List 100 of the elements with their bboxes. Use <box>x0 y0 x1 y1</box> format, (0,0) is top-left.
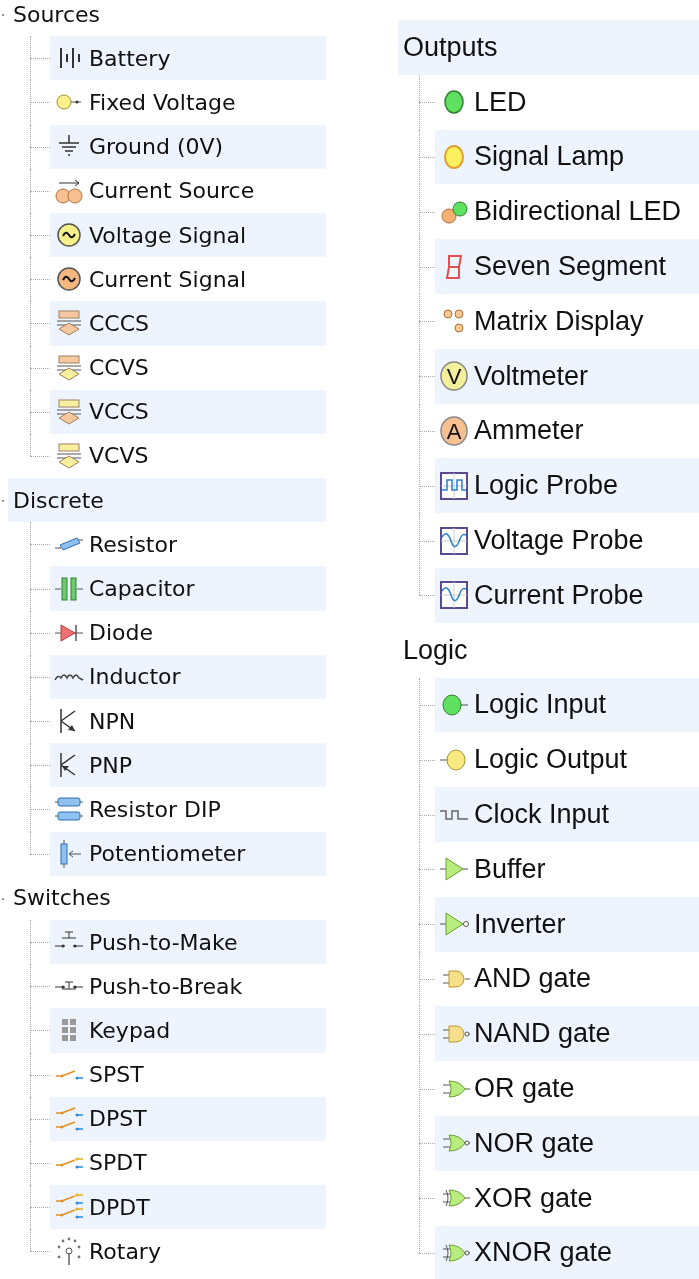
tree-line <box>419 1006 435 1062</box>
tree-item[interactable]: DPDT <box>50 1185 326 1230</box>
tree-line <box>30 964 50 1009</box>
tree-line <box>419 841 435 897</box>
tree-line <box>419 239 435 294</box>
tree-item[interactable]: NOR gate <box>435 1115 699 1171</box>
tree-line <box>419 896 435 952</box>
tree-line <box>419 458 435 514</box>
tree-item[interactable]: Inverter <box>435 896 699 952</box>
tree-item[interactable]: VCVS <box>50 433 326 479</box>
tree-item[interactable]: AND gate <box>435 951 699 1007</box>
tree-line <box>30 566 50 611</box>
clock-pulse-icon <box>437 808 471 821</box>
scope-icon <box>437 524 471 557</box>
tree-item[interactable]: Ground (0V) <box>50 124 326 169</box>
tree-line <box>419 787 435 842</box>
tree-item[interactable]: Buffer <box>435 841 699 897</box>
scope-icon <box>437 579 471 612</box>
tree-item[interactable]: Battery <box>50 36 326 81</box>
tree-item[interactable]: LED <box>435 74 699 130</box>
tree-group[interactable]: Sources <box>8 0 326 37</box>
tree-line <box>30 1140 50 1186</box>
tree-item[interactable]: Signal Lamp <box>435 129 699 185</box>
tree-line <box>30 301 50 346</box>
tree-group[interactable]: Outputs <box>398 20 699 75</box>
tree-line <box>419 184 435 240</box>
tree-item[interactable]: Keypad <box>50 1008 326 1053</box>
tree-item[interactable]: NAND gate <box>435 1006 699 1062</box>
tree-item[interactable]: XOR gate <box>435 1170 699 1226</box>
tree-group[interactable]: Logic <box>398 622 699 678</box>
tree-line <box>419 348 435 404</box>
meter-icon: V <box>437 360 471 393</box>
tree-item[interactable]: Logic Probe <box>435 458 699 514</box>
tree-line <box>30 1096 50 1141</box>
tree-line <box>30 522 50 567</box>
tree-item[interactable]: XNOR gate <box>435 1225 699 1279</box>
tree-line <box>30 919 50 965</box>
tree-item[interactable]: CCCS <box>50 301 326 346</box>
tree-group[interactable]: Switches <box>8 875 326 920</box>
tree-item[interactable]: Diode <box>50 610 326 655</box>
tree-item[interactable]: OR gate <box>435 1061 699 1116</box>
tree-line <box>419 1061 435 1116</box>
tree-line <box>419 1115 435 1171</box>
tree-line <box>30 212 50 258</box>
tree-item[interactable]: CCVS <box>50 345 326 390</box>
tree-line <box>30 36 50 81</box>
tree-item[interactable]: Capacitor <box>50 566 326 611</box>
tree-item[interactable]: Resistor DIP <box>50 787 326 832</box>
scope-icon <box>437 469 471 502</box>
tree-line <box>419 677 435 733</box>
tree-line <box>30 610 50 655</box>
tree-item[interactable]: Current Signal <box>50 257 326 302</box>
tree-line <box>419 732 435 788</box>
tree-line <box>30 654 50 699</box>
tree-item[interactable]: SPDT <box>50 1140 326 1186</box>
tree-item[interactable]: NPN <box>50 699 326 744</box>
tree-line <box>419 294 435 349</box>
tree-item[interactable]: Clock Input <box>435 787 699 842</box>
tree-item[interactable]: Inductor <box>50 654 326 699</box>
tree-line <box>30 345 50 390</box>
tree-line <box>30 124 50 169</box>
tree-item[interactable]: Push-to-Make <box>50 919 326 965</box>
tree-item[interactable]: Seven Segment <box>435 239 699 294</box>
tree-line <box>30 80 50 125</box>
meter-icon: A <box>437 414 471 447</box>
tree-item[interactable]: Logic Input <box>435 677 699 733</box>
tree-line <box>30 1052 50 1097</box>
tree-item[interactable]: VCCS <box>50 389 326 434</box>
tree-item[interactable]: PNP <box>50 743 326 788</box>
tree-line <box>419 1170 435 1226</box>
tree-line <box>30 257 50 302</box>
tree-line <box>419 403 435 459</box>
tree-item[interactable]: V Voltmeter <box>435 348 699 404</box>
tree-item[interactable]: Potentiometer <box>50 831 326 876</box>
tree-line <box>419 951 435 1007</box>
tree-item[interactable]: Voltage Signal <box>50 212 326 258</box>
tree-line <box>419 129 435 185</box>
tree-line <box>30 389 50 434</box>
tree-item[interactable]: Voltage Probe <box>435 513 699 568</box>
tree-item[interactable]: Matrix Display <box>435 294 699 349</box>
tree-item[interactable]: A Ammeter <box>435 403 699 459</box>
tree-line <box>30 1008 50 1053</box>
tree-line <box>419 74 435 130</box>
tree-group[interactable]: Discrete <box>8 478 326 523</box>
tree-item[interactable]: SPST <box>50 1052 326 1097</box>
tree-item[interactable]: Fixed Voltage <box>50 80 326 125</box>
tree-item[interactable]: Current Probe <box>435 567 699 623</box>
tree-item[interactable]: Rotary <box>50 1229 326 1274</box>
push-switch-icon <box>52 980 86 993</box>
tree-line <box>30 743 50 788</box>
tree-line <box>30 699 50 744</box>
tree-line <box>30 168 50 213</box>
tree-item[interactable]: DPST <box>50 1096 326 1141</box>
tree-item[interactable]: Push-to-Break <box>50 964 326 1009</box>
tree-item[interactable]: Resistor <box>50 522 326 567</box>
tree-item[interactable]: Current Source <box>50 168 326 213</box>
tree-line <box>419 513 435 568</box>
tree-line <box>30 1185 50 1230</box>
tree-item[interactable]: Logic Output <box>435 732 699 788</box>
tree-item[interactable]: Bidirectional LED <box>435 184 699 240</box>
